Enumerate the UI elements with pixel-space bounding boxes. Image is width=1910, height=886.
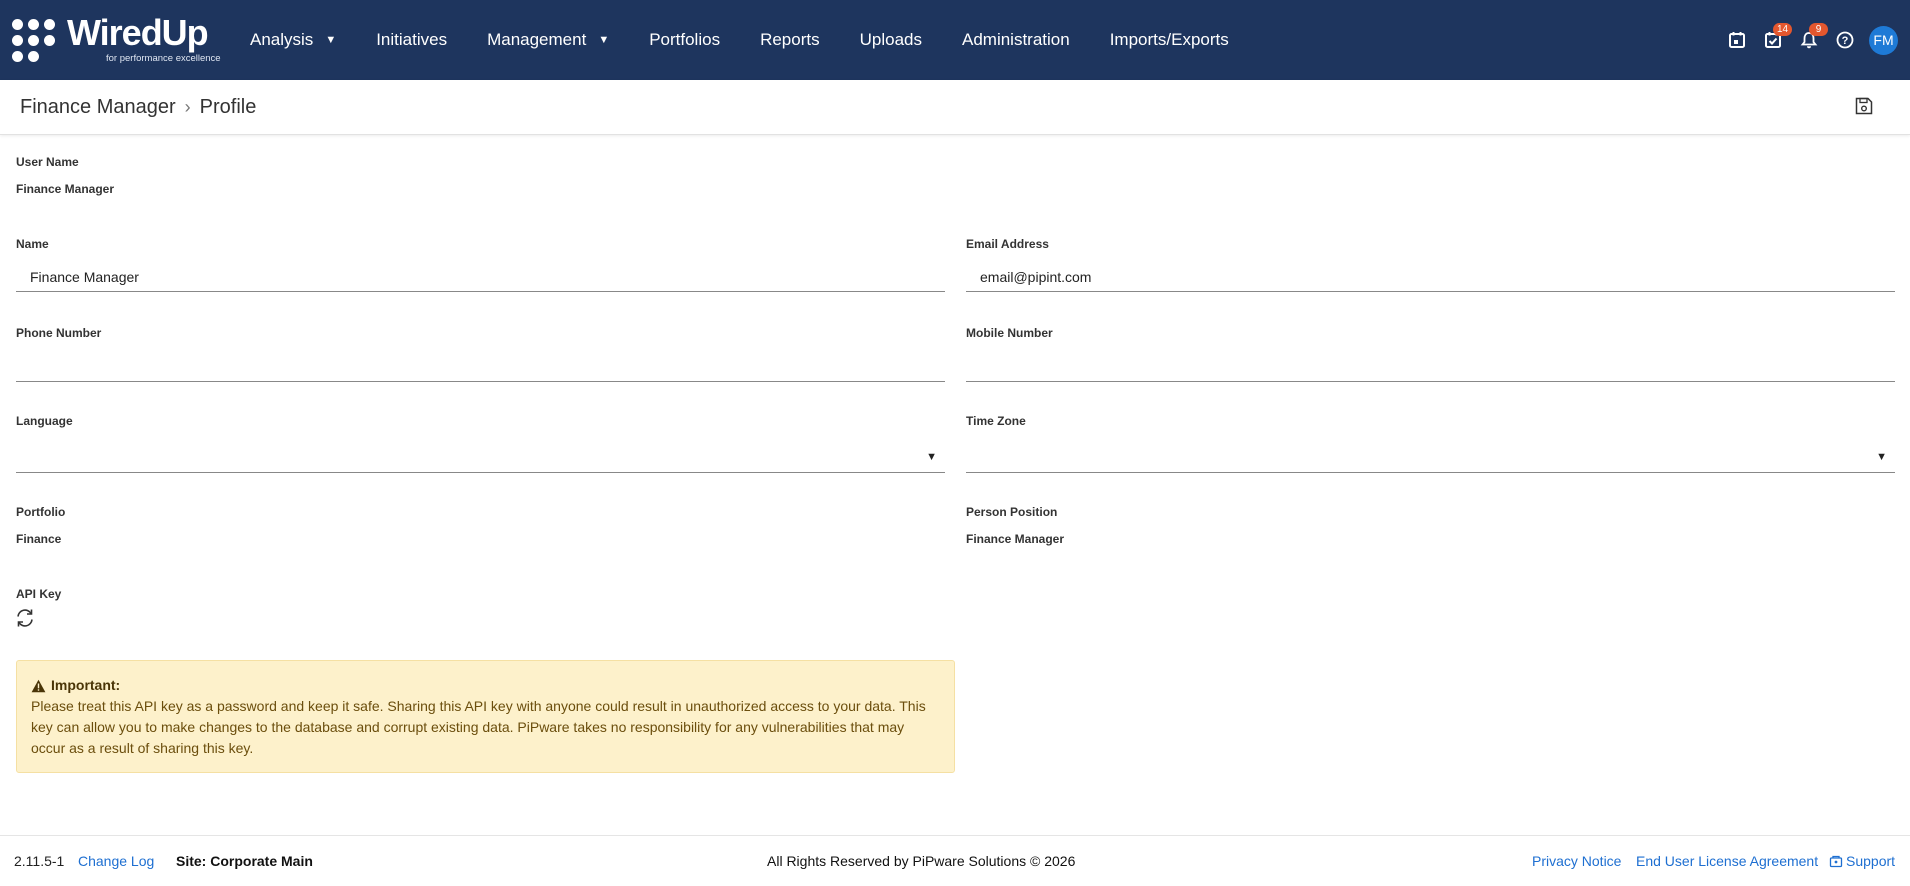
nav-management-label: Management [487, 30, 587, 49]
nav-management[interactable]: Management ▼ [487, 30, 609, 50]
svg-text:?: ? [1842, 35, 1849, 47]
task-check-icon[interactable]: 14 [1755, 22, 1792, 58]
nav-uploads-label: Uploads [859, 30, 922, 49]
chevron-right-icon: › [184, 97, 191, 117]
refresh-icon[interactable] [14, 607, 38, 631]
name-label: Name [16, 237, 49, 251]
eula-link[interactable]: End User License Agreement [1636, 853, 1818, 869]
mobile-field[interactable] [966, 352, 1895, 382]
notifications-count-badge: 9 [1809, 23, 1828, 36]
bell-icon[interactable]: 9 [1791, 22, 1828, 58]
tasks-count-badge: 14 [1773, 23, 1792, 36]
support-label: Support [1846, 853, 1896, 869]
warning-title-text: Important: [51, 677, 121, 693]
warning-triangle-icon [31, 679, 46, 692]
api-key-warning: Important: Please treat this API key as … [16, 660, 955, 773]
nav-initiatives-label: Initiatives [376, 30, 448, 49]
calendar-icon[interactable] [1719, 22, 1755, 58]
timezone-select[interactable]: ▼ [966, 443, 1895, 473]
caret-down-icon: ▼ [598, 34, 610, 46]
caret-down-icon: ▼ [325, 34, 337, 46]
nav-reports[interactable]: Reports [760, 30, 820, 50]
support-link[interactable]: Support [1829, 853, 1895, 869]
copyright-text: All Rights Reserved by PiPware Solutions… [767, 853, 1076, 869]
user-name-value: Finance Manager [16, 182, 115, 196]
mobile-label: Mobile Number [966, 326, 1053, 340]
caret-down-icon: ▼ [926, 451, 937, 463]
site-text: Site: Corporate Main [176, 853, 313, 869]
nav-initiatives[interactable]: Initiatives [376, 30, 447, 50]
name-field[interactable]: Finance Manager [16, 262, 945, 292]
top-navbar: WiredUp for performance excellence Analy… [0, 0, 1910, 80]
timezone-label: Time Zone [966, 414, 1026, 428]
nav-portfolios-label: Portfolios [649, 30, 721, 49]
nav-administration-label: Administration [961, 30, 1070, 49]
footer: 2.11.5-1 Change Log Site: Corporate Main… [0, 835, 1910, 886]
phone-label: Phone Number [16, 326, 102, 340]
person-position-value: Finance Manager [966, 532, 1065, 546]
logo-wordmark: WiredUp [67, 12, 209, 53]
breadcrumb-parent[interactable]: Finance Manager [20, 96, 176, 119]
warning-text: Please treat this API key as a password … [31, 698, 926, 756]
header-actions: 14 9 ? FM [1719, 0, 1910, 80]
privacy-notice-link[interactable]: Privacy Notice [1532, 853, 1621, 869]
warning-title: Important: [31, 675, 940, 696]
language-label: Language [16, 414, 73, 428]
nav-imports-exports-label: Imports/Exports [1109, 30, 1229, 49]
user-name-label: User Name [16, 155, 79, 169]
breadcrumb: Finance Manager › Profile [20, 96, 256, 119]
logo-dots-icon [12, 19, 60, 67]
person-position-label: Person Position [966, 505, 1058, 519]
nav-analysis-label: Analysis [250, 30, 314, 49]
main-nav: Analysis ▼ Initiatives Management ▼ Port… [230, 0, 1249, 80]
change-log-link[interactable]: Change Log [78, 853, 154, 869]
app-logo[interactable]: WiredUp for performance excellence [12, 12, 222, 67]
email-label: Email Address [966, 237, 1049, 251]
caret-down-icon: ▼ [1876, 451, 1887, 463]
api-key-label: API Key [16, 587, 62, 601]
nav-portfolios[interactable]: Portfolios [649, 30, 720, 50]
portfolio-label: Portfolio [16, 505, 66, 519]
save-icon[interactable] [1854, 96, 1878, 120]
nav-uploads[interactable]: Uploads [860, 30, 922, 50]
phone-field[interactable] [16, 352, 945, 382]
nav-imports-exports[interactable]: Imports/Exports [1110, 30, 1229, 50]
nav-analysis[interactable]: Analysis ▼ [250, 30, 336, 50]
nav-reports-label: Reports [760, 30, 820, 49]
support-icon [1829, 855, 1843, 868]
version-text: 2.11.5-1 [14, 853, 65, 869]
help-icon[interactable]: ? [1827, 22, 1863, 58]
logo-tagline: for performance excellence [106, 53, 221, 64]
language-select[interactable]: ▼ [16, 443, 945, 473]
user-avatar[interactable]: FM [1869, 25, 1898, 55]
email-field[interactable]: email@pipint.com [966, 262, 1895, 292]
breadcrumb-bar: Finance Manager › Profile [0, 80, 1910, 135]
breadcrumb-current: Profile [199, 96, 257, 118]
portfolio-value: Finance [16, 532, 62, 546]
nav-administration[interactable]: Administration [962, 30, 1070, 50]
